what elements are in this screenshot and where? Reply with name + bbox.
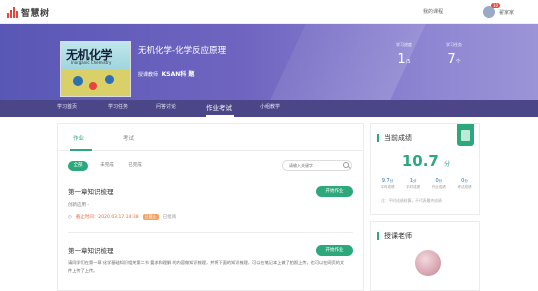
top-navbar: 智慧树 我的课程 10 翟家家 [0, 0, 538, 24]
my-courses-link[interactable]: 我的课程 [423, 8, 443, 15]
stat-label: 学习任务 [446, 42, 462, 47]
stat-tasks: 学习任务 7个 [434, 42, 474, 67]
metric-unit: 分 [413, 179, 417, 183]
status-badge: 已截止 [142, 214, 159, 220]
stat-value: 7 [447, 52, 456, 67]
score-card: 当前成绩 10.7 分 9.7分 平时成绩 1分 平时成绩 0分 作业成绩 0分… [370, 123, 480, 215]
course-cover: 无机化学 Inorganic Chemistry [60, 41, 131, 97]
tab-home[interactable]: 学习首页 [57, 103, 77, 110]
homework-panel: 作业 考试 全部 未完成 已完成 第一章知识梳理 创新应用 - ◷ 截止时间：2… [57, 123, 364, 291]
avatar[interactable] [415, 250, 441, 276]
metric-unit: 分 [438, 179, 443, 183]
filter-incomplete[interactable]: 未完成 [96, 161, 118, 171]
metric-label: 考试成绩 [457, 185, 472, 189]
homework-meta: ◷ 截止时间：2020.03.17 14:38 已截止 已批阅 [68, 214, 176, 220]
tab-group[interactable]: 小组教学 [260, 103, 280, 110]
sub-tabs: 作业 考试 [58, 124, 363, 151]
cover-subtitle: Inorganic Chemistry [71, 60, 112, 65]
start-homework-button[interactable]: 开始作业 [316, 245, 353, 256]
metric: 1分 平时成绩 [401, 178, 426, 190]
homework-status: 已批阅 [162, 215, 177, 220]
metric: 0分 考试成绩 [452, 178, 477, 190]
course-tabs: 学习首页 学习任务 问答讨论 作业考试 小组教学 [0, 100, 538, 117]
course-title: 无机化学-化学反应原理 [138, 46, 227, 56]
score-value: 10.7 [401, 152, 439, 170]
course-banner: 无机化学 Inorganic Chemistry 无机化学-化学反应原理 授课教… [0, 24, 538, 100]
stat-label: 学习进度 [396, 42, 412, 47]
active-tab-indicator [206, 115, 234, 117]
homework-subtitle: 创新应用 - [68, 203, 90, 208]
notification-badge: 10 [490, 3, 501, 8]
teacher-card-title: 授课老师 [377, 232, 412, 240]
metric-label: 平时成绩 [406, 185, 421, 189]
current-score: 10.7 分 [371, 152, 481, 170]
metric-label: 平时成绩 [380, 185, 395, 189]
stat-unit: 个 [455, 59, 461, 65]
score-note: 注：平时成绩核算，不代表最终成绩 [381, 198, 442, 203]
stat-progress: 学习进度 1/5 [384, 42, 424, 67]
tab-exam[interactable]: 考试 [123, 134, 134, 142]
metric-value: 9.7 [381, 178, 390, 184]
teacher-name: KSAN科 题 [161, 71, 195, 78]
molecule-icon [73, 76, 83, 86]
avatar[interactable]: 10 [482, 3, 501, 18]
metric: 9.7分 平时成绩 [375, 178, 400, 190]
tab-homework[interactable]: 作业 [73, 134, 84, 142]
metric: 0分 作业成绩 [426, 178, 451, 190]
homework-description: 请同学们在第一章 化学基础知识相关第二节 要求和理解 的内容做知识梳理，并将下面… [68, 260, 345, 273]
metric-unit: 分 [464, 179, 468, 183]
username[interactable]: 翟家家 [499, 9, 514, 16]
teacher-label: 授课教师 [138, 72, 159, 78]
tab-discussion[interactable]: 问答讨论 [156, 103, 176, 110]
score-metrics: 9.7分 平时成绩 1分 平时成绩 0分 作业成绩 0分 考试成绩 [375, 178, 477, 190]
tab-tasks[interactable]: 学习任务 [108, 103, 128, 110]
metric-label: 作业成绩 [431, 185, 446, 189]
app-logo[interactable]: 智慧树 [7, 6, 50, 19]
homework-deadline: 截止时间：2020.03.17 14:38 [75, 215, 139, 220]
search-input[interactable] [282, 160, 352, 171]
stat-unit: /5 [405, 59, 411, 65]
teacher-card: 授课老师 [370, 221, 480, 291]
metric-unit: 分 [389, 179, 394, 183]
clipboard-icon [457, 124, 474, 146]
search-icon[interactable] [343, 162, 349, 168]
homework-title[interactable]: 第一章知识梳理 [68, 186, 114, 196]
app-name: 智慧树 [21, 9, 50, 19]
active-subtab-indicator [70, 149, 92, 151]
start-homework-button[interactable]: 开始作业 [316, 186, 353, 197]
tab-homework-exam[interactable]: 作业考试 [206, 102, 232, 112]
score-unit: 分 [444, 161, 451, 168]
course-teacher: 授课教师 KSAN科 题 [138, 69, 194, 78]
score-card-title: 当前成绩 [377, 134, 412, 142]
filter-complete[interactable]: 已完成 [124, 161, 146, 171]
filter-all[interactable]: 全部 [68, 161, 88, 171]
stat-value: 1 [397, 52, 406, 67]
homework-title[interactable]: 第一章知识梳理 [68, 245, 114, 255]
clock-icon: ◷ [68, 214, 72, 220]
molecule-icon [89, 82, 97, 90]
user-menu[interactable]: 10 翟家家 [482, 3, 514, 18]
divider [68, 232, 353, 233]
logo-icon [7, 7, 18, 18]
molecule-icon [105, 75, 114, 84]
